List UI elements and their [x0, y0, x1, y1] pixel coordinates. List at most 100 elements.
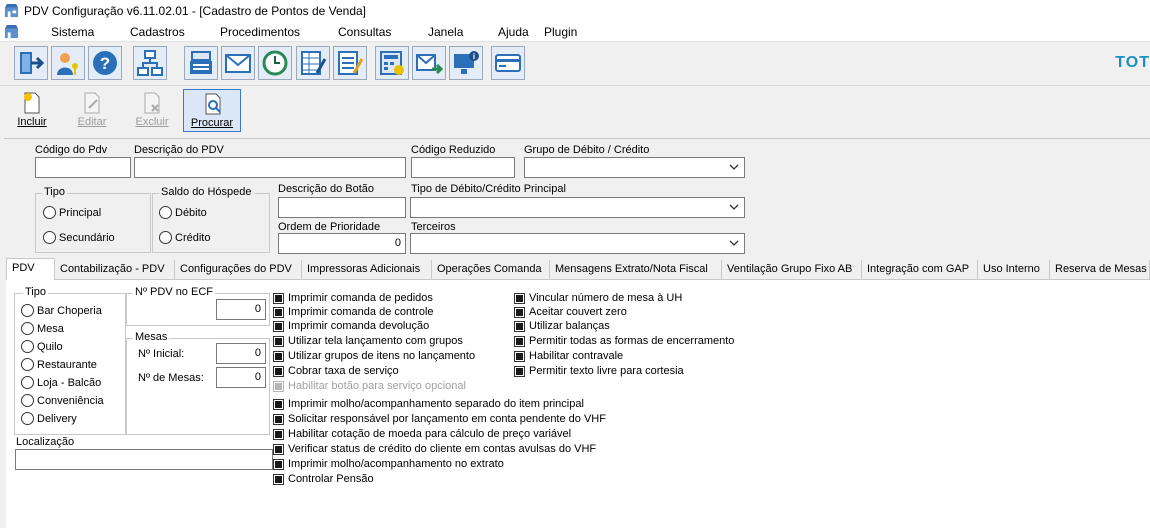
edit-list-icon	[338, 51, 364, 75]
incluir-label: Incluir	[17, 116, 47, 128]
localizacao-field[interactable]	[15, 449, 273, 470]
app-store-icon	[4, 3, 19, 18]
edit-list-button[interactable]	[333, 46, 367, 80]
grupo-label: Grupo de Débito / Crédito	[524, 144, 650, 156]
tab-impressoras[interactable]: Impressoras Adicionais	[302, 260, 432, 280]
check-label: Imprimir comanda de pedidos	[288, 292, 433, 304]
calculator-button[interactable]	[375, 46, 409, 80]
tipo-bar-choperia-radio[interactable]: Bar Choperia	[21, 304, 102, 317]
menu-cadastros[interactable]: Cadastros	[130, 25, 185, 39]
check-label: Cobrar taxa de serviço	[288, 365, 399, 377]
saldo-debito-radio[interactable]: Débito	[159, 206, 207, 219]
check-vincular-mesa-uh[interactable]: Vincular número de mesa à UH	[514, 292, 682, 304]
tab-mensagens[interactable]: Mensagens Extrato/Nota Fiscal	[550, 260, 722, 280]
check-status-credito[interactable]: Verificar status de crédito do cliente e…	[273, 443, 596, 455]
user-button[interactable]	[51, 46, 85, 80]
mdi-child-icon[interactable]	[4, 24, 19, 39]
descricao-field[interactable]	[134, 157, 406, 178]
check-imprimir-comanda-pedidos[interactable]: Imprimir comanda de pedidos	[273, 292, 433, 304]
codigo-field[interactable]	[35, 157, 131, 178]
credit-card-button[interactable]	[491, 46, 525, 80]
desc-botao-label: Descrição do Botão	[278, 183, 374, 195]
desc-botao-field[interactable]	[278, 197, 406, 218]
tab-operacoes-comanda[interactable]: Operações Comanda	[432, 260, 550, 280]
checkbox-box	[514, 365, 525, 377]
organization-button[interactable]	[133, 46, 167, 80]
tipo-secundario-radio[interactable]: Secundário	[43, 231, 115, 244]
title-bar: PDV Configuração v6.11.02.01 - [Cadastro…	[0, 0, 1150, 22]
menu-janela[interactable]: Janela	[428, 25, 463, 39]
check-formas-encerramento[interactable]: Permitir todas as formas de encerramento	[514, 335, 734, 347]
tipo-quilo-radio[interactable]: Quilo	[21, 340, 63, 353]
excluir-button[interactable]: Excluir	[123, 89, 181, 132]
check-molho-separado[interactable]: Imprimir molho/acompanhamento separado d…	[273, 398, 584, 410]
radio-circle	[21, 340, 34, 353]
procurar-button[interactable]: Procurar	[183, 89, 241, 132]
cash-register-button[interactable]	[184, 46, 218, 80]
check-grupos-itens-lancamento[interactable]: Utilizar grupos de itens no lançamento	[273, 350, 475, 362]
monitor-info-icon: i	[454, 51, 479, 74]
tab-contabilizacao[interactable]: Contabilização - PDV	[55, 260, 175, 280]
check-habilitar-contravale[interactable]: Habilitar contravale	[514, 350, 623, 362]
codigo-reduzido-field[interactable]	[411, 157, 515, 178]
checkbox-box	[514, 292, 525, 304]
ecf-field[interactable]: 0	[216, 299, 266, 320]
terceiros-combo[interactable]	[410, 233, 745, 254]
check-imprimir-comanda-controle[interactable]: Imprimir comanda de controle	[273, 306, 434, 318]
tipo-debito-combo[interactable]	[410, 197, 745, 218]
check-cobrar-taxa-servico[interactable]: Cobrar taxa de serviço	[273, 365, 399, 377]
tipo-mesa-radio[interactable]: Mesa	[21, 322, 64, 335]
edit-grid-button[interactable]	[296, 46, 330, 80]
mail-button[interactable]	[221, 46, 255, 80]
tipo-delivery-radio[interactable]: Delivery	[21, 412, 77, 425]
tipo-conveniencia-radio[interactable]: Conveniência	[21, 394, 104, 407]
check-tela-lancamento-grupos[interactable]: Utilizar tela lançamento com grupos	[273, 335, 463, 347]
tab-configuracoes[interactable]: Configurações do PDV	[175, 260, 302, 280]
send-mail-icon	[416, 54, 443, 75]
tab-uso-interno[interactable]: Uso Interno	[978, 260, 1050, 280]
chevron-down-icon	[729, 204, 739, 210]
pdv-tab-panel: Tipo Bar Choperia Mesa Quilo Restaurante…	[6, 280, 1150, 528]
check-controlar-pensao[interactable]: Controlar Pensão	[273, 473, 374, 485]
tipo-restaurante-radio[interactable]: Restaurante	[21, 358, 97, 371]
num-mesas-field[interactable]: 0	[216, 367, 266, 388]
tipo-loja-balcao-radio[interactable]: Loja - Balcão	[21, 376, 101, 389]
check-texto-livre-cortesia[interactable]: Permitir texto livre para cortesia	[514, 365, 684, 377]
check-molho-extrato[interactable]: Imprimir molho/acompanhamento no extrato	[273, 458, 504, 470]
saldo-credito-radio[interactable]: Crédito	[159, 231, 210, 244]
help-button[interactable]: ?	[88, 46, 122, 80]
check-label: Habilitar contravale	[529, 350, 624, 362]
codigo-label: Código do Pdv	[35, 144, 108, 156]
check-responsavel-conta-pendente[interactable]: Solicitar responsável por lançamento em …	[273, 413, 606, 425]
check-label: Habilitar botão para serviço opcional	[288, 380, 466, 392]
brand-logo: TOT	[1115, 54, 1150, 71]
logout-button[interactable]	[14, 46, 48, 80]
inicial-field[interactable]: 0	[216, 343, 266, 364]
check-botao-servico-opcional[interactable]: Habilitar botão para serviço opcional	[273, 380, 466, 392]
history-button[interactable]	[258, 46, 292, 80]
mail-icon	[225, 54, 251, 73]
check-aceitar-couvert-zero[interactable]: Aceitar couvert zero	[514, 306, 627, 318]
grupo-combo[interactable]	[524, 157, 745, 178]
editar-button[interactable]: Editar	[63, 89, 121, 132]
menu-ajuda[interactable]: Ajuda	[498, 25, 529, 39]
ordem-field[interactable]: 0	[278, 233, 406, 254]
tab-pdv[interactable]: PDV	[6, 258, 55, 281]
check-utilizar-balancas[interactable]: Utilizar balanças	[514, 320, 610, 332]
incluir-button[interactable]: Incluir	[3, 89, 61, 132]
tab-ventilacao[interactable]: Ventilação Grupo Fixo AB	[722, 260, 862, 280]
tab-integracao-gap[interactable]: Integração com GAP	[862, 260, 978, 280]
check-label: Verificar status de crédito do cliente e…	[288, 443, 597, 455]
menu-consultas[interactable]: Consultas	[338, 25, 391, 39]
menu-sistema[interactable]: Sistema	[51, 25, 94, 39]
check-cotacao-moeda[interactable]: Habilitar cotação de moeda para cálculo …	[273, 428, 571, 440]
tipo-principal-radio[interactable]: Principal	[43, 206, 101, 219]
check-imprimir-comanda-devolucao[interactable]: Imprimir comanda devolução	[273, 320, 429, 332]
send-mail-button[interactable]	[412, 46, 446, 80]
edit-document-icon	[84, 92, 100, 114]
tab-reserva-mesas[interactable]: Reserva de Mesas	[1050, 260, 1150, 280]
check-label: Permitir todas as formas de encerramento	[529, 335, 735, 347]
menu-plugin[interactable]: Plugin	[544, 25, 577, 39]
menu-procedimentos[interactable]: Procedimentos	[220, 25, 300, 39]
monitor-info-button[interactable]: i	[449, 46, 483, 80]
